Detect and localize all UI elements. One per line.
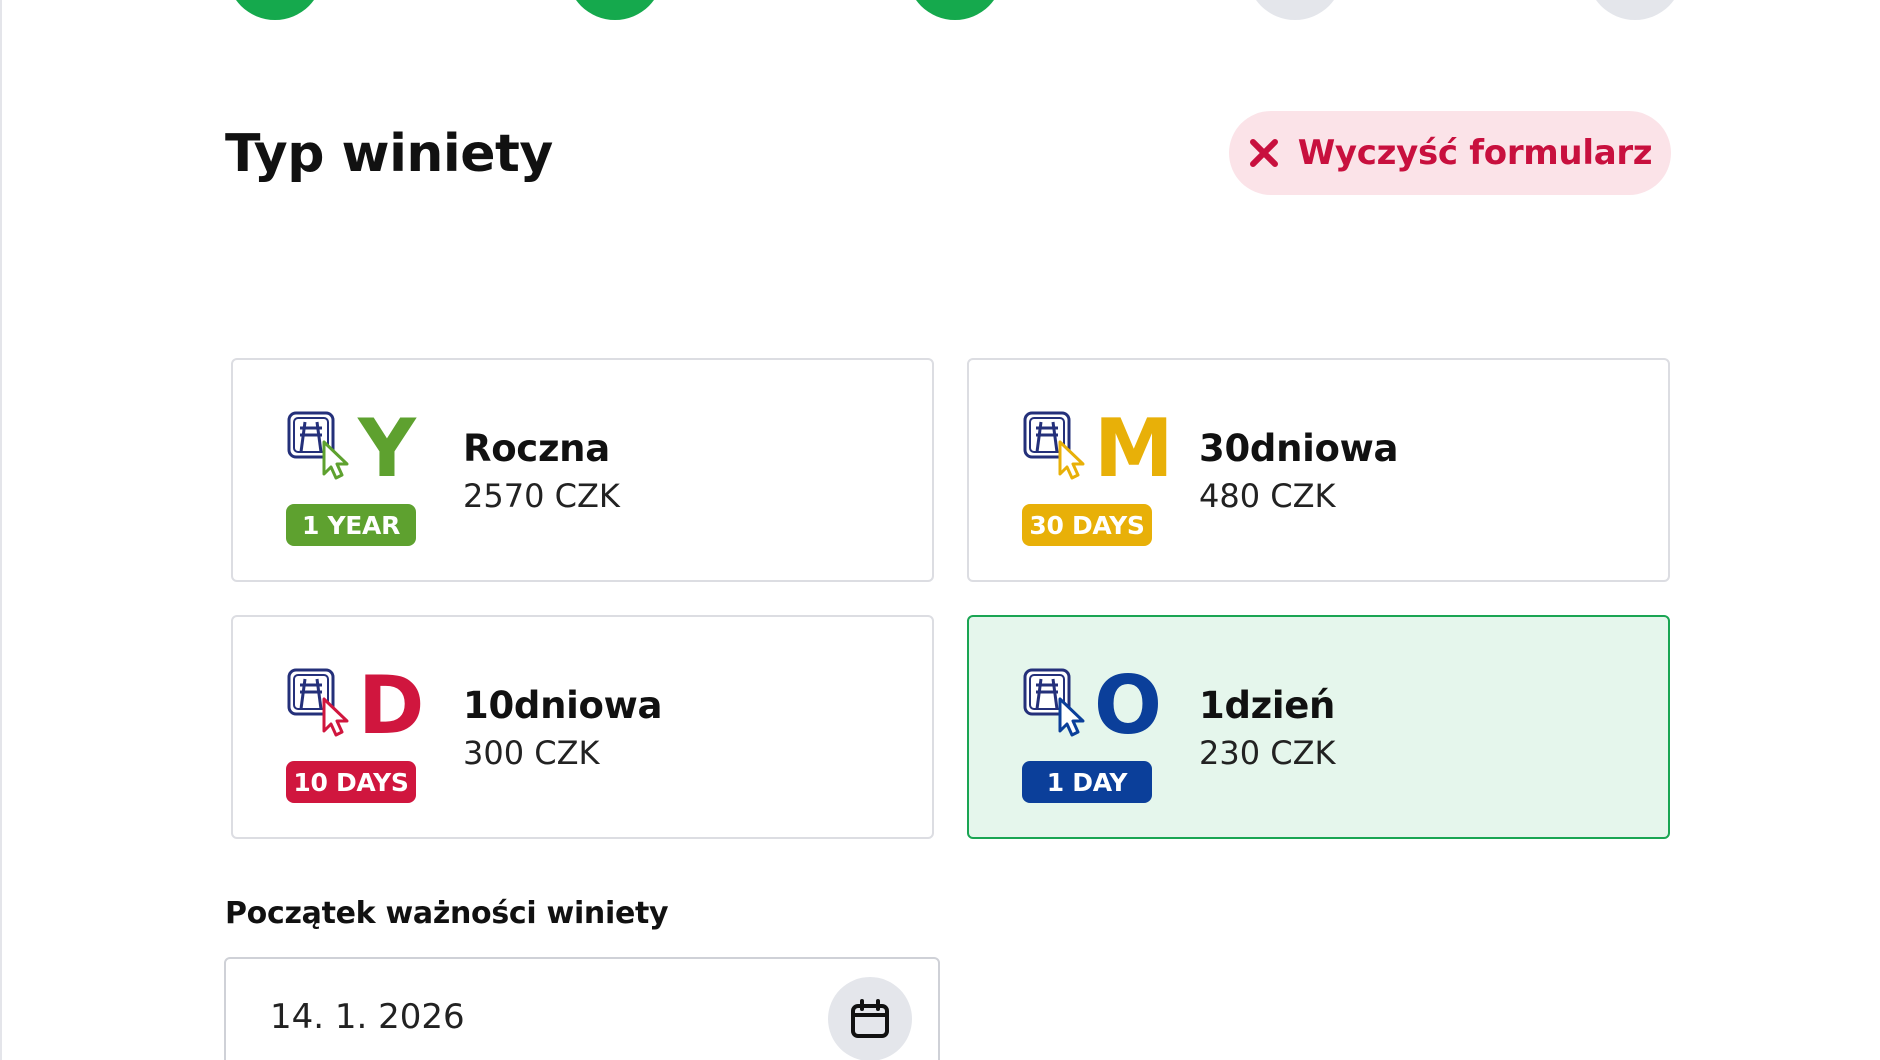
step-indicator-1 <box>227 0 323 20</box>
step-indicator-2 <box>567 0 663 20</box>
vignette-letter: M <box>1094 402 1174 495</box>
vignette-card-1-day[interactable]: O 1 DAY 1dzień 230 CZK <box>967 615 1670 839</box>
vignette-badge: Y 1 YEAR <box>286 404 420 550</box>
vignette-name: 1dzień <box>1199 684 1336 727</box>
vignette-type-options: Y 1 YEAR Roczna 2570 CZK M 30 DAYS 30dni… <box>231 358 1670 839</box>
highway-vignette-icon <box>1023 411 1085 480</box>
progress-stepper <box>2 0 1880 30</box>
vignette-duration-badge: 1 DAY <box>1022 761 1152 803</box>
vignette-letter: Y <box>358 402 416 495</box>
vignette-card-30-days[interactable]: M 30 DAYS 30dniowa 480 CZK <box>967 358 1670 582</box>
vignette-badge: O 1 DAY <box>1022 661 1162 807</box>
vignette-price: 480 CZK <box>1199 477 1336 515</box>
highway-vignette-icon <box>1023 668 1085 737</box>
vignette-duration-badge: 10 DAYS <box>286 761 416 803</box>
vignette-name: Roczna <box>463 427 610 470</box>
vignette-duration-badge: 1 YEAR <box>286 504 416 546</box>
clear-form-button[interactable]: Wyczyść formularz <box>1229 111 1671 195</box>
vignette-card-year[interactable]: Y 1 YEAR Roczna 2570 CZK <box>231 358 934 582</box>
vignette-badge: M 30 DAYS <box>1022 404 1174 550</box>
vignette-price: 300 CZK <box>463 734 600 772</box>
calendar-icon <box>851 999 889 1038</box>
step-indicator-4 <box>1247 0 1343 20</box>
vignette-duration-badge: 30 DAYS <box>1022 504 1152 546</box>
vignette-badge: D 10 DAYS <box>286 661 424 807</box>
open-calendar-button[interactable] <box>828 977 912 1060</box>
validity-start-date-value: 14. 1. 2026 <box>270 997 465 1037</box>
vignette-price: 2570 CZK <box>463 477 620 515</box>
highway-vignette-icon <box>287 668 349 737</box>
page: Typ winiety Wyczyść formularz Y 1 YEAR R… <box>0 0 1880 1060</box>
highway-vignette-icon <box>287 411 349 480</box>
vignette-name: 30dniowa <box>1199 427 1399 470</box>
close-icon <box>1249 139 1278 167</box>
validity-start-date-input[interactable]: 14. 1. 2026 <box>224 957 940 1060</box>
vignette-letter: D <box>358 659 425 752</box>
vignette-letter: O <box>1094 659 1163 752</box>
step-indicator-3 <box>907 0 1003 20</box>
vignette-price: 230 CZK <box>1199 734 1336 772</box>
validity-start-label: Początek ważności winiety <box>225 896 669 931</box>
vignette-card-10-days[interactable]: D 10 DAYS 10dniowa 300 CZK <box>231 615 934 839</box>
clear-form-label: Wyczyść formularz <box>1297 133 1653 173</box>
vignette-name: 10dniowa <box>463 684 663 727</box>
page-title: Typ winiety <box>225 124 553 184</box>
step-indicator-5 <box>1587 0 1683 20</box>
